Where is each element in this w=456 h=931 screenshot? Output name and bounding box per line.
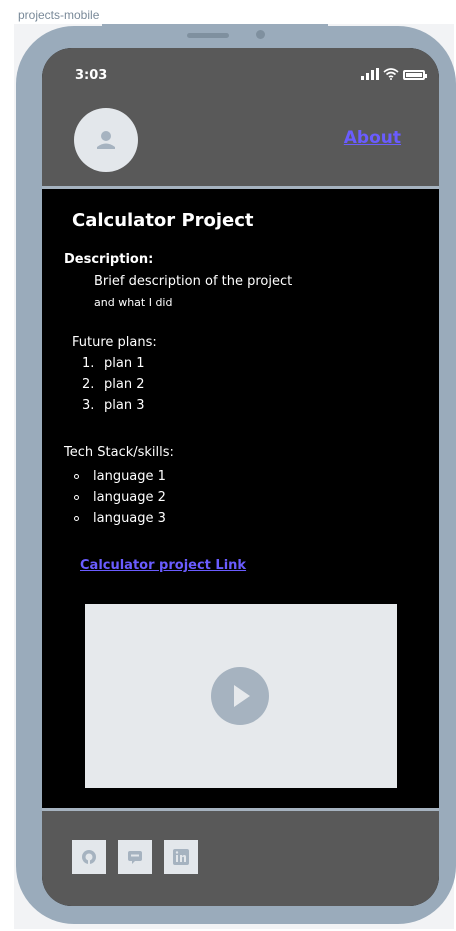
tech-stack-list: language 1 language 2 language 3: [74, 466, 166, 529]
wifi-icon: [383, 68, 399, 80]
list-number: 3.: [82, 398, 95, 413]
tech-text: language 1: [93, 469, 166, 484]
future-plans-list: 1. plan 1 2. plan 2 3. plan 3: [82, 356, 144, 419]
speaker: [187, 33, 229, 38]
plan-text: plan 2: [104, 377, 145, 392]
project-link[interactable]: Calculator project Link: [80, 558, 246, 573]
screen: 3:03 About Calculator Project Descriptio…: [42, 48, 439, 906]
plan-text: plan 3: [104, 398, 145, 413]
linkedin-icon: [173, 849, 189, 865]
tech-text: language 3: [93, 511, 166, 526]
video-player[interactable]: [85, 604, 397, 788]
future-plans-label: Future plans:: [72, 335, 157, 350]
list-item: 1. plan 1: [82, 356, 144, 377]
header: 3:03 About: [42, 48, 439, 188]
list-item: language 3: [74, 508, 166, 529]
list-number: 2.: [82, 377, 95, 392]
header-divider: [42, 186, 439, 189]
bullet-icon: [74, 474, 79, 479]
list-number: 1.: [82, 356, 95, 371]
github-icon: [82, 850, 96, 865]
list-item: 2. plan 2: [82, 377, 144, 398]
frame-label: projects-mobile: [18, 8, 100, 22]
status-time: 3:03: [75, 68, 108, 83]
signal-icon: [361, 68, 379, 80]
user-icon: [97, 131, 115, 149]
play-icon: [234, 685, 250, 707]
list-item: 3. plan 3: [82, 398, 144, 419]
tech-stack-label: Tech Stack/skills:: [64, 445, 174, 460]
play-button[interactable]: [211, 667, 269, 725]
project-title: Calculator Project: [72, 210, 254, 231]
battery-icon: [403, 70, 427, 80]
linkedin-button[interactable]: [164, 840, 198, 874]
chat-icon: [128, 851, 142, 864]
footer: [42, 811, 439, 906]
about-link[interactable]: About: [344, 128, 401, 148]
description-text: and what I did: [94, 296, 173, 309]
tech-text: language 2: [93, 490, 166, 505]
list-item: language 2: [74, 487, 166, 508]
description-text: Brief description of the project: [94, 274, 293, 289]
bullet-icon: [74, 516, 79, 521]
avatar[interactable]: [74, 108, 138, 172]
camera: [256, 30, 265, 39]
bullet-icon: [74, 495, 79, 500]
github-button[interactable]: [72, 840, 106, 874]
chat-button[interactable]: [118, 840, 152, 874]
status-icons: [361, 68, 427, 80]
list-item: language 1: [74, 466, 166, 487]
plan-text: plan 1: [104, 356, 145, 371]
description-label: Description:: [64, 252, 154, 267]
